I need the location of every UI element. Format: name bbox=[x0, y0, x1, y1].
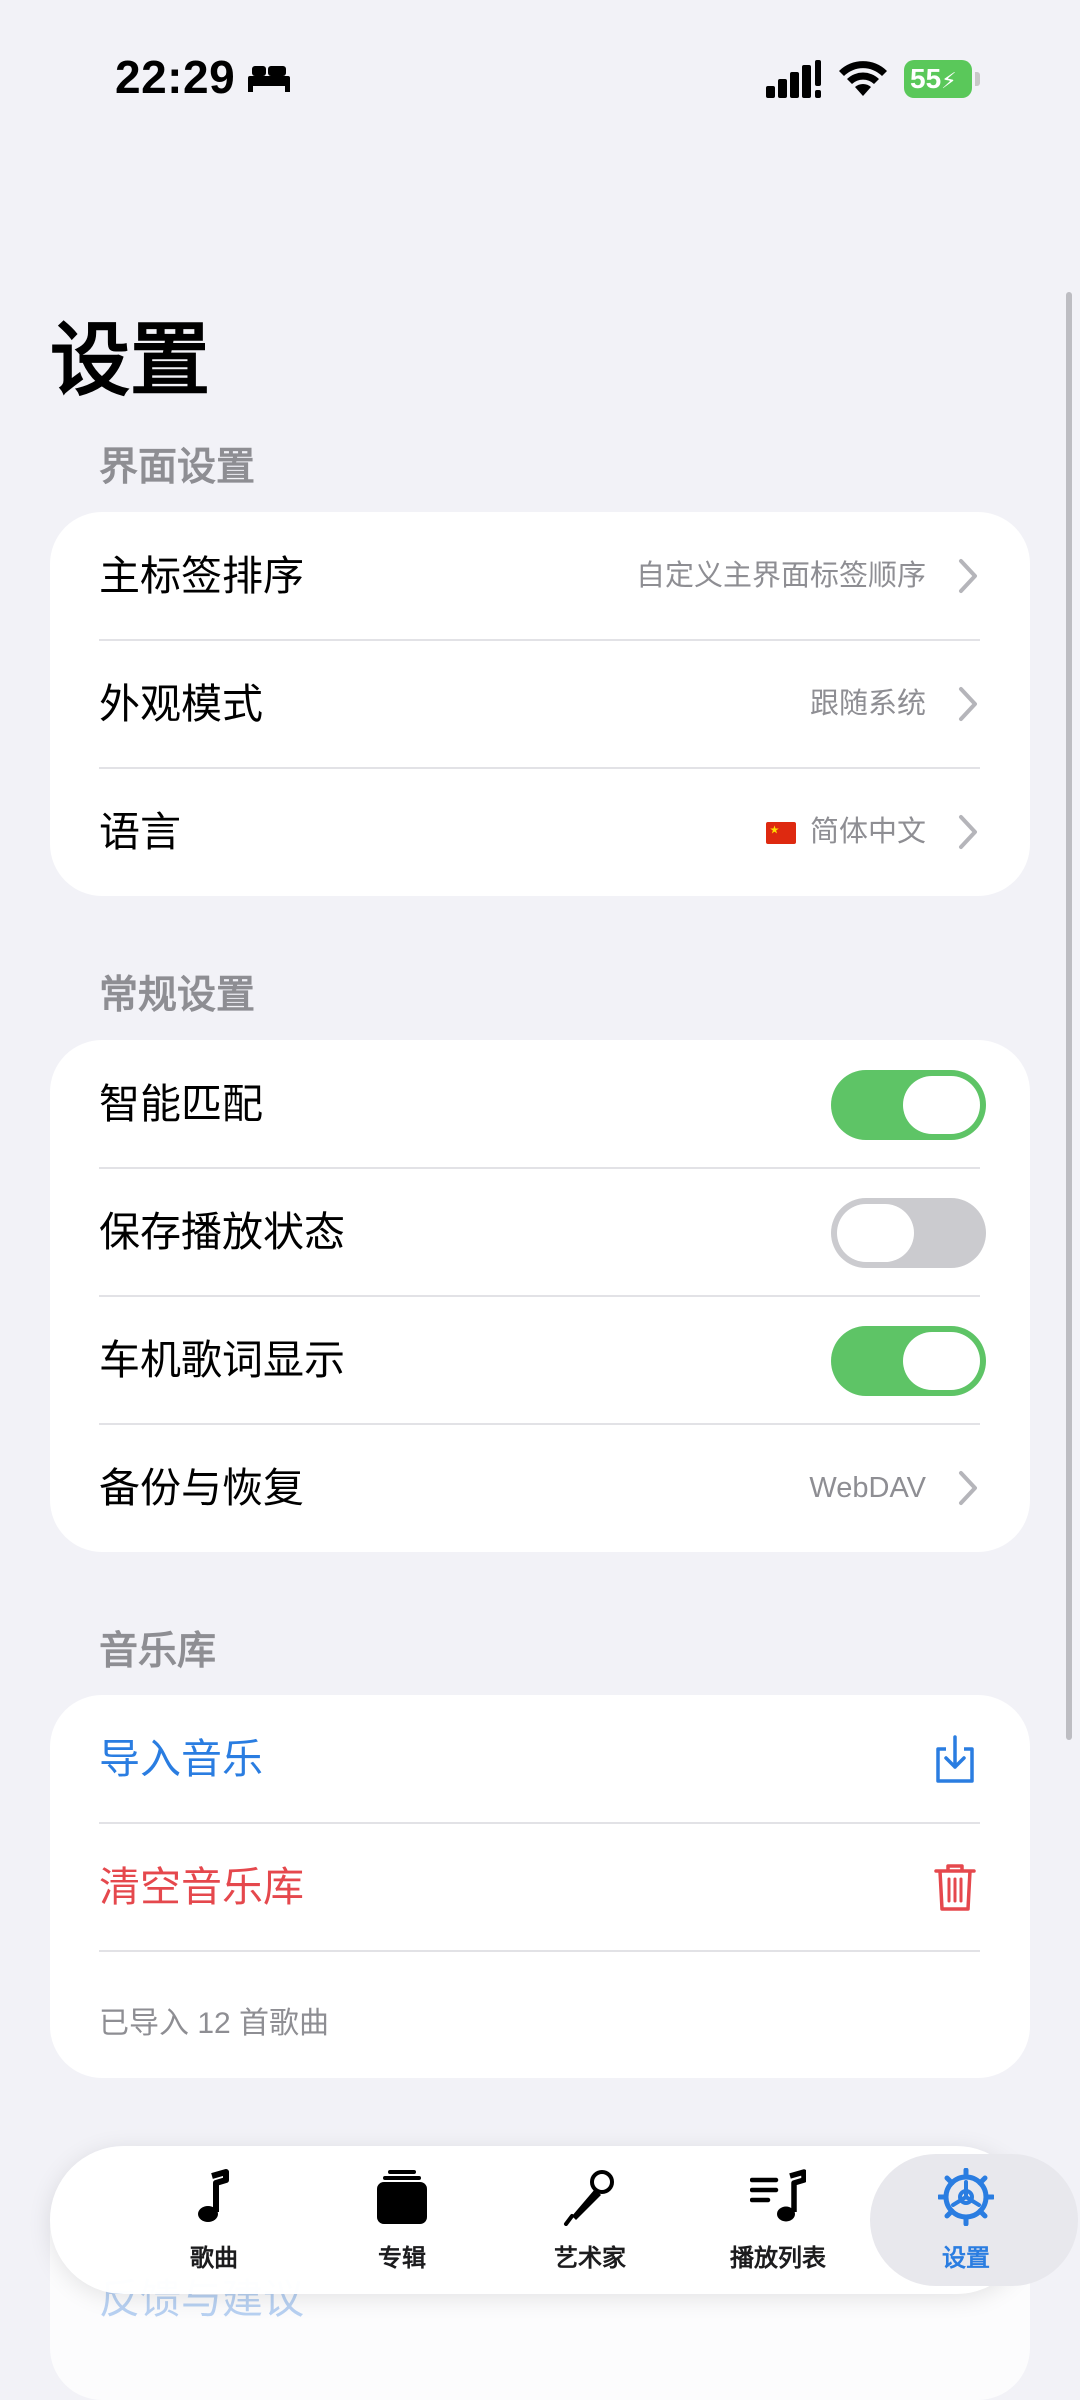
row-label: 车机歌词显示 bbox=[99, 1337, 345, 1383]
tab-label: 专辑 bbox=[378, 2245, 426, 2272]
chevron-right-icon bbox=[959, 687, 977, 721]
row-label: 保存播放状态 bbox=[99, 1209, 345, 1255]
chevron-right-icon bbox=[959, 1471, 977, 1505]
scrollbar[interactable] bbox=[1066, 292, 1072, 1740]
battery-icon: 55⚡ bbox=[904, 60, 980, 98]
tab-bar: 歌曲 专辑 艺术家 播放列表 设置 bbox=[50, 2146, 1078, 2294]
row-label: 语言 bbox=[99, 809, 181, 855]
smart-match-row: 智能匹配 bbox=[50, 1040, 1030, 1168]
tab-label: 播放列表 bbox=[730, 2245, 826, 2272]
trash-icon bbox=[934, 1864, 976, 1911]
tab-songs[interactable]: 歌曲 bbox=[120, 2146, 308, 2294]
battery-level: 55 bbox=[910, 63, 942, 94]
tab-playlists[interactable]: 播放列表 bbox=[684, 2146, 872, 2294]
bed-icon bbox=[248, 66, 290, 92]
status-bar: 22:29 55⚡ bbox=[0, 0, 1080, 140]
save-playback-state-toggle[interactable] bbox=[831, 1198, 986, 1268]
language-value: 简体中文 bbox=[809, 816, 926, 848]
backup-restore-row[interactable]: 备份与恢复 WebDAV bbox=[50, 1424, 1030, 1552]
import-music-label: 导入音乐 bbox=[99, 1736, 263, 1782]
tab-label: 歌曲 bbox=[190, 2245, 238, 2272]
interface-settings-card: 主标签排序 自定义主界面标签顺序 外观模式 跟随系统 语言 简体中文 bbox=[50, 512, 1030, 896]
section-header-interface: 界面设置 bbox=[99, 446, 256, 489]
page-title: 设置 bbox=[50, 316, 210, 405]
car-lyrics-row: 车机歌词显示 bbox=[50, 1296, 1030, 1424]
music-library-card: 导入音乐 清空音乐库 已导入 12 首歌曲 bbox=[50, 1695, 1030, 2078]
album-stack-icon bbox=[377, 2170, 427, 2224]
chevron-right-icon bbox=[959, 815, 977, 849]
appearance-mode-row[interactable]: 外观模式 跟随系统 bbox=[50, 640, 1030, 768]
row-label: 备份与恢复 bbox=[99, 1465, 304, 1511]
tab-settings[interactable]: 设置 bbox=[870, 2146, 1078, 2294]
tab-order-row[interactable]: 主标签排序 自定义主界面标签顺序 bbox=[50, 512, 1030, 640]
cellular-signal-icon bbox=[766, 60, 821, 98]
row-label: 外观模式 bbox=[99, 681, 263, 727]
row-value: 简体中文 bbox=[765, 768, 926, 896]
save-playback-state-row: 保存播放状态 bbox=[50, 1168, 1030, 1296]
row-value: 跟随系统 bbox=[809, 688, 926, 720]
tab-albums[interactable]: 专辑 bbox=[308, 2146, 496, 2294]
gear-icon bbox=[938, 2168, 994, 2226]
language-row[interactable]: 语言 简体中文 bbox=[50, 768, 1030, 896]
music-note-icon bbox=[198, 2169, 229, 2222]
tab-label: 设置 bbox=[942, 2245, 990, 2272]
car-lyrics-toggle[interactable] bbox=[831, 1326, 986, 1396]
row-label: 主标签排序 bbox=[99, 553, 304, 599]
china-flag-icon bbox=[765, 822, 796, 845]
general-settings-card: 智能匹配 保存播放状态 车机歌词显示 备份与恢复 WebDAV bbox=[50, 1040, 1030, 1552]
import-music-row[interactable]: 导入音乐 bbox=[50, 1695, 1030, 1823]
smart-match-toggle[interactable] bbox=[831, 1070, 986, 1140]
row-label: 智能匹配 bbox=[99, 1081, 263, 1127]
tab-artists[interactable]: 艺术家 bbox=[496, 2146, 684, 2294]
row-value: WebDAV bbox=[809, 1472, 926, 1504]
divider bbox=[99, 1950, 980, 1952]
clear-library-row[interactable]: 清空音乐库 bbox=[50, 1823, 1030, 1951]
chevron-right-icon bbox=[959, 559, 977, 593]
playlist-icon bbox=[750, 2169, 806, 2222]
clear-library-label: 清空音乐库 bbox=[99, 1864, 304, 1910]
section-header-general: 常规设置 bbox=[99, 974, 256, 1017]
microphone-icon bbox=[564, 2170, 614, 2226]
imported-count-text: 已导入 12 首歌曲 bbox=[99, 2007, 330, 2040]
tab-label: 艺术家 bbox=[554, 2245, 626, 2272]
status-time: 22:29 bbox=[115, 51, 236, 103]
row-value: 自定义主界面标签顺序 bbox=[635, 560, 926, 592]
import-icon bbox=[936, 1735, 974, 1783]
section-header-library: 音乐库 bbox=[99, 1630, 217, 1673]
wifi-icon bbox=[839, 61, 887, 96]
